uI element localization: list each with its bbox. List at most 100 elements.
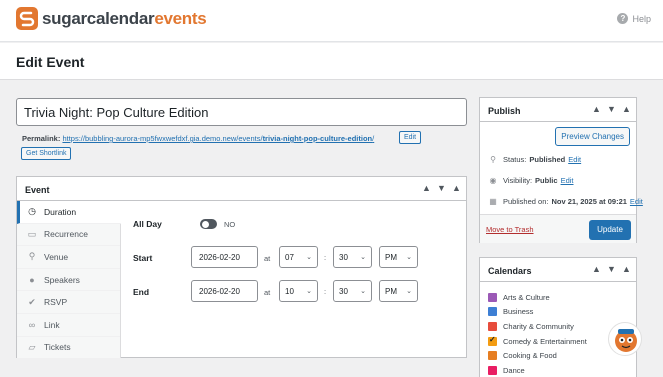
link-icon: ∞	[28, 319, 36, 330]
collapse-icon[interactable]: ▲	[621, 263, 632, 275]
chevron-down-icon: ⌄	[360, 254, 366, 261]
end-minute-select[interactable]: 30 ⌄	[333, 280, 372, 302]
edit-visibility-link[interactable]: Edit	[561, 176, 574, 185]
all-day-label: All Day	[133, 219, 162, 229]
calendar-checkbox[interactable]	[488, 335, 497, 346]
tab-speakers[interactable]: ● Speakers	[17, 269, 120, 292]
permalink-label: Permalink:	[22, 134, 61, 143]
clock-icon: ◷	[28, 206, 36, 217]
calendar-checkbox[interactable]	[488, 351, 497, 361]
start-ampm-select[interactable]: PM ⌄	[379, 246, 418, 268]
calendar-item[interactable]: Business	[488, 305, 587, 320]
all-day-toggle[interactable]	[200, 219, 217, 229]
get-shortlink-button[interactable]: Get Shortlink	[21, 147, 72, 160]
move-down-icon[interactable]: ▼	[606, 103, 617, 115]
start-label: Start	[133, 253, 153, 263]
eye-icon: ◉	[489, 176, 497, 185]
brand-name-accent: events	[154, 8, 207, 28]
calendars-title: Calendars	[488, 266, 532, 276]
calendar-label: Cooking & Food	[503, 351, 557, 361]
calendar-list: Arts & Culture Business Charity & Communit…	[488, 290, 587, 377]
chevron-down-icon: ⌄	[306, 288, 312, 295]
end-colon: :	[324, 287, 327, 296]
end-ampm-select[interactable]: PM ⌄	[379, 280, 418, 302]
permalink-link[interactable]: https://bubbling-aurora-mp5fwxwefdxf.gia…	[62, 134, 374, 143]
move-up-icon[interactable]: ▲	[591, 103, 602, 115]
collapse-icon[interactable]: ▲	[621, 103, 632, 115]
tab-rsvp[interactable]: ✔ RSVP	[17, 291, 120, 314]
status-row: ⚲ Status: Published Edit	[488, 155, 581, 164]
calendar-checkbox[interactable]	[488, 307, 497, 317]
event-title-input[interactable]	[16, 98, 467, 126]
edit-date-link[interactable]: Edit	[630, 197, 643, 206]
calendar-logo-icon	[16, 7, 38, 30]
calendar-item[interactable]: Comedy & Entertainment	[488, 334, 587, 349]
collapse-icon[interactable]: ▲	[451, 182, 462, 194]
start-hour-select[interactable]: 07 ⌄	[279, 246, 318, 268]
question-icon: ?	[617, 13, 629, 24]
top-bar: sugarcalendarevents ? Help	[0, 0, 663, 42]
published-on-row: ▦ Published on: Nov 21, 2025 at 09:21 Edi…	[489, 197, 643, 206]
move-up-icon[interactable]: ▲	[591, 263, 602, 275]
chevron-down-icon: ⌄	[406, 254, 412, 261]
start-colon: :	[324, 253, 327, 262]
edit-permalink-button[interactable]: Edit	[399, 131, 422, 144]
move-down-icon[interactable]: ▼	[436, 182, 447, 194]
tab-link[interactable]: ∞ Link	[17, 314, 120, 337]
edit-status-link[interactable]: Edit	[568, 155, 581, 164]
chevron-down-icon: ⌄	[406, 288, 412, 295]
calendar-label: Business	[503, 307, 534, 317]
all-day-value: NO	[224, 220, 236, 229]
brand-logo[interactable]: sugarcalendarevents	[16, 7, 207, 30]
help-label: Help	[632, 13, 651, 24]
tab-duration[interactable]: ◷ Duration	[17, 201, 121, 224]
calendar-icon: ▦	[489, 197, 497, 206]
pin-icon: ⚲	[490, 155, 496, 164]
ticket-icon: ▱	[28, 341, 36, 352]
start-minute-select[interactable]: 30 ⌄	[333, 246, 372, 268]
update-button[interactable]: Update	[589, 220, 631, 240]
check-badge-icon: ✔	[28, 296, 36, 307]
calendar-item[interactable]: Dance	[488, 363, 587, 377]
end-date-input[interactable]: 2026-02-20	[191, 280, 258, 302]
calendar-label: Dance	[503, 365, 525, 375]
calendar-item[interactable]: Arts & Culture	[488, 290, 587, 305]
move-up-icon[interactable]: ▲	[421, 182, 432, 194]
calendar-checkbox[interactable]	[488, 365, 497, 375]
end-label: End	[133, 287, 150, 297]
event-metabox-title: Event	[25, 185, 50, 195]
help-link[interactable]: ? Help	[617, 13, 651, 24]
map-pin-icon: ⚲	[28, 251, 36, 262]
start-date-input[interactable]: 2026-02-20	[191, 246, 258, 268]
move-down-icon[interactable]: ▼	[606, 263, 617, 275]
mascot-icon[interactable]	[608, 322, 642, 356]
publish-title: Publish	[488, 106, 521, 116]
publish-metabox-header: Publish ▲ ▼ ▲	[480, 98, 636, 122]
end-at-label: at	[264, 288, 271, 297]
tab-recurrence[interactable]: ▭ Recurrence	[17, 224, 120, 247]
recurrence-icon: ▭	[27, 228, 37, 239]
chevron-down-icon: ⌄	[360, 288, 366, 295]
page-header: Edit Event	[0, 43, 663, 80]
calendar-item[interactable]: Cooking & Food	[488, 348, 587, 363]
event-metabox: Event ▲ ▼ ▲ ◷ Duration ▭ Recurrence ⚲ Venue…	[16, 176, 467, 360]
event-metabox-header: Event ▲ ▼ ▲	[17, 177, 466, 201]
calendar-label: Comedy & Entertainment	[503, 336, 587, 346]
end-hour-select[interactable]: 10 ⌄	[279, 280, 318, 302]
page-title: Edit Event	[16, 54, 85, 70]
publish-metabox: Publish ▲ ▼ ▲ Preview Changes ⚲ Status: P…	[479, 97, 643, 243]
tab-tickets[interactable]: ▱ Tickets	[17, 337, 120, 360]
start-at-label: at	[264, 254, 271, 263]
preview-changes-button[interactable]: Preview Changes	[555, 127, 630, 146]
permalink-row: Permalink: https://bubbling-aurora-mp5fw…	[22, 134, 374, 143]
calendar-label: Arts & Culture	[503, 292, 550, 302]
brand-name-main: sugarcalendar	[42, 8, 155, 28]
event-tabs: ◷ Duration ▭ Recurrence ⚲ Venue ● Speakers ✔…	[17, 201, 121, 360]
calendar-item[interactable]: Charity & Community	[488, 319, 587, 334]
calendar-checkbox[interactable]	[488, 292, 497, 302]
visibility-row: ◉ Visibility: Public Edit	[489, 176, 574, 185]
tab-venue[interactable]: ⚲ Venue	[17, 246, 120, 269]
person-icon: ●	[29, 274, 35, 285]
calendar-checkbox[interactable]	[488, 321, 497, 331]
move-to-trash-link[interactable]: Move to Trash	[486, 225, 534, 234]
